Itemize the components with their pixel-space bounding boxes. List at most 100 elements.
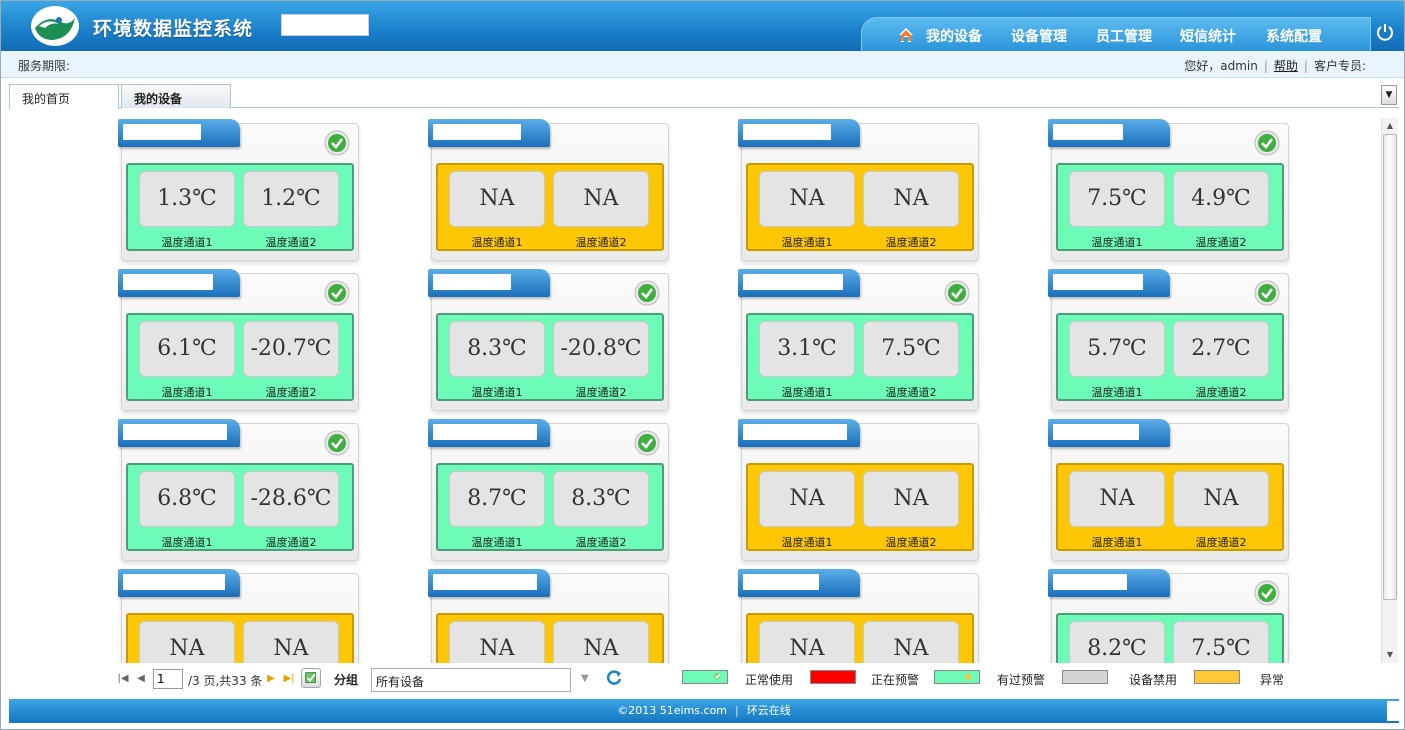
nav-sms-statistics[interactable]: 短信统计	[1180, 26, 1236, 46]
legend-swatch-abnormal	[1194, 670, 1240, 684]
nav-device-management[interactable]: 设备管理	[1011, 26, 1067, 46]
vertical-scrollbar[interactable]: ▲ ▼	[1381, 118, 1398, 663]
check-circle-icon	[1254, 580, 1280, 606]
sync-icon[interactable]	[605, 669, 623, 687]
device-card[interactable]: 1.3℃ 1.2℃ 温度通道1 温度通道2	[118, 119, 359, 261]
nav-system-config[interactable]: 系统配置	[1266, 26, 1322, 46]
channel-1-label: 温度通道1	[1091, 236, 1143, 249]
refresh-icon	[305, 672, 316, 683]
device-card[interactable]: NANA温度通道1温度通道2	[738, 119, 979, 261]
device-card[interactable]: 8.2℃7.5℃温度通道1温度通道2	[1048, 569, 1289, 663]
scroll-up-arrow-icon[interactable]: ▲	[1382, 118, 1398, 134]
device-name-tag	[1048, 569, 1170, 597]
device-card[interactable]: 3.1℃ 7.5℃ 温度通道1 温度通道2	[738, 269, 979, 411]
user-area: 您好，admin | 帮助 | 客户专员:	[1184, 59, 1366, 73]
channel-1-value: 3.1℃	[759, 321, 855, 377]
tab-bar: 我的首页 我的设备	[9, 84, 1399, 109]
check-circle-icon	[634, 280, 660, 306]
bell-icon	[965, 673, 971, 680]
device-name-field	[743, 574, 819, 590]
main-nav: 我的设备 设备管理 员工管理 短信统计 系统配置	[861, 17, 1371, 51]
check-circle-icon	[324, 430, 350, 456]
check-circle-icon	[944, 280, 970, 306]
power-icon[interactable]	[1375, 22, 1395, 42]
home-icon[interactable]	[898, 27, 914, 43]
channel-2-value: 1.2℃	[243, 171, 339, 227]
device-card[interactable]: NANA温度通道1温度通道2	[118, 569, 359, 663]
device-name-tag	[1048, 269, 1170, 297]
channel-1-label: 温度通道1	[161, 386, 213, 399]
nav-my-devices[interactable]: 我的设备	[926, 26, 982, 46]
reading-panel: 8.3℃ -20.8℃ 温度通道1 温度通道2	[436, 313, 664, 401]
last-page-icon[interactable]: ▶|	[283, 673, 295, 685]
reading-panel: 1.3℃ 1.2℃ 温度通道1 温度通道2	[126, 163, 354, 251]
channel-2-label: 温度通道2	[885, 386, 937, 399]
page-number-input[interactable]	[153, 669, 183, 689]
reading-panel: 8.7℃ 8.3℃ 温度通道1 温度通道2	[436, 463, 664, 551]
scroll-thumb[interactable]	[1383, 134, 1397, 600]
device-card[interactable]: NANA温度通道1温度通道2	[738, 419, 979, 561]
channel-2-value: -28.6℃	[243, 471, 339, 527]
legend-label-normal: 正常使用	[745, 673, 794, 687]
prev-page-icon[interactable]: ◀	[135, 673, 147, 685]
channel-1-value: NA	[759, 471, 855, 527]
channel-1-label: 温度通道1	[471, 236, 523, 249]
chevron-down-icon[interactable]: ▼	[581, 673, 589, 684]
channel-1-value: 8.2℃	[1069, 621, 1165, 663]
channel-1-label: 温度通道1	[781, 236, 833, 249]
channel-2-value: NA	[243, 621, 339, 663]
channel-2-value: NA	[863, 171, 959, 227]
device-name-tag	[118, 119, 240, 147]
legend-swatch-alarming	[810, 670, 856, 684]
device-card[interactable]: NANA温度通道1温度通道2	[428, 119, 669, 261]
device-grid: 1.3℃ 1.2℃ 温度通道1 温度通道2 NA NA 温度通道1 温度通道2 NA NA 温度通道…	[9, 108, 1379, 663]
channel-2-value: -20.7℃	[243, 321, 339, 377]
device-card[interactable]: NANA温度通道1温度通道2	[738, 569, 979, 663]
info-bar: 服务期限: 您好，admin | 帮助 | 客户专员:	[1, 51, 1404, 78]
footer-brand: 环云在线	[746, 704, 791, 717]
legend-label-alarmed: 有过预警	[997, 673, 1046, 687]
device-name-field	[743, 124, 831, 140]
channel-2-label: 温度通道2	[265, 236, 317, 249]
device-card[interactable]: 8.3℃ -20.8℃ 温度通道1 温度通道2	[428, 269, 669, 411]
device-card[interactable]: NANA温度通道1温度通道2	[428, 569, 669, 663]
group-select[interactable]: 所有设备	[371, 668, 571, 692]
refresh-button[interactable]	[301, 668, 321, 688]
device-name-field	[123, 574, 225, 590]
channel-1-value: NA	[449, 171, 545, 227]
tab-my-devices[interactable]: 我的设备	[121, 84, 231, 108]
channel-1-label: 温度通道1	[1091, 536, 1143, 549]
channel-1-value: 8.3℃	[449, 321, 545, 377]
channel-1-label: 温度通道1	[1091, 386, 1143, 399]
greeting: 您好，admin	[1184, 59, 1258, 73]
channel-2-value: 7.5℃	[863, 321, 959, 377]
device-name-tag	[118, 569, 240, 597]
tab-menu-dropdown[interactable]: ▼	[1381, 85, 1397, 105]
nav-staff-management[interactable]: 员工管理	[1096, 26, 1152, 46]
device-name-field	[743, 424, 847, 440]
reading-panel: NANA 温度通道1 温度通道2	[746, 463, 974, 551]
device-name-tag	[738, 269, 860, 297]
device-name-tag	[1048, 119, 1170, 147]
device-card[interactable]: 7.5℃ 4.9℃ 温度通道1 温度通道2	[1048, 119, 1289, 261]
check-circle-icon	[634, 430, 660, 456]
device-name-tag	[428, 419, 550, 447]
next-page-icon[interactable]: ▶	[265, 673, 277, 685]
scroll-down-arrow-icon[interactable]: ▼	[1382, 647, 1398, 663]
app-title: 环境数据监控系统	[93, 18, 254, 40]
channel-2-value: NA	[1173, 471, 1269, 527]
tab-home[interactable]: 我的首页	[9, 84, 119, 109]
device-name-field	[433, 124, 521, 140]
first-page-icon[interactable]: |◀	[117, 673, 129, 685]
channel-1-label: 温度通道1	[781, 536, 833, 549]
device-card[interactable]: 6.8℃ -28.6℃ 温度通道1 温度通道2	[118, 419, 359, 561]
channel-2-label: 温度通道2	[1195, 386, 1247, 399]
device-card[interactable]: 6.1℃ -20.7℃ 温度通道1 温度通道2	[118, 269, 359, 411]
channel-1-label: 温度通道1	[471, 536, 523, 549]
device-card[interactable]: NANA温度通道1温度通道2	[1048, 419, 1289, 561]
device-card[interactable]: 5.7℃ 2.7℃ 温度通道1 温度通道2	[1048, 269, 1289, 411]
device-card[interactable]: 8.7℃ 8.3℃ 温度通道1 温度通道2	[428, 419, 669, 561]
footer: ©2013 51eims.com | 环云在线	[9, 699, 1399, 723]
help-link[interactable]: 帮助	[1274, 59, 1298, 73]
reading-panel: 6.8℃ -28.6℃ 温度通道1 温度通道2	[126, 463, 354, 551]
